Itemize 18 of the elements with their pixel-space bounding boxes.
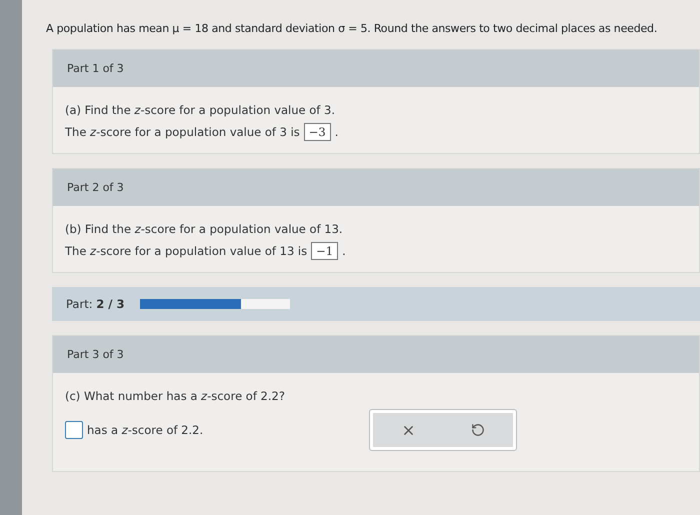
part-header: Part 1 of 3 bbox=[53, 50, 699, 87]
question-text: (b) Find the z-score for a population value of 13. bbox=[65, 222, 344, 236]
answer-text: has a z-score of 2.2. bbox=[87, 423, 204, 437]
question-text: (c) What number has a z-score of 2.2? bbox=[65, 389, 286, 403]
answer-field[interactable]: −1 bbox=[311, 242, 338, 260]
part-header: Part 3 of 3 bbox=[53, 336, 699, 373]
answer-text: The z-score for a population value of 13 is bbox=[65, 244, 308, 258]
progress-label: Part: 2 / 3 bbox=[66, 297, 124, 311]
problem-statement: A population has mean μ = 18 and standard deviation σ = 5. Round the answers to two decimal places as needed. bbox=[46, 22, 658, 35]
undo-icon bbox=[471, 423, 485, 437]
undo-button[interactable] bbox=[443, 413, 513, 447]
part-header: Part 2 of 3 bbox=[53, 169, 699, 206]
answer-field[interactable]: −3 bbox=[304, 123, 331, 141]
answer-text: The z-score for a population value of 3 is bbox=[65, 125, 300, 139]
period-text: . bbox=[334, 125, 338, 139]
question-text: (a) Find the z-score for a population value of 3. bbox=[65, 103, 336, 117]
period-text: . bbox=[342, 244, 346, 258]
answer-field[interactable] bbox=[65, 421, 83, 439]
